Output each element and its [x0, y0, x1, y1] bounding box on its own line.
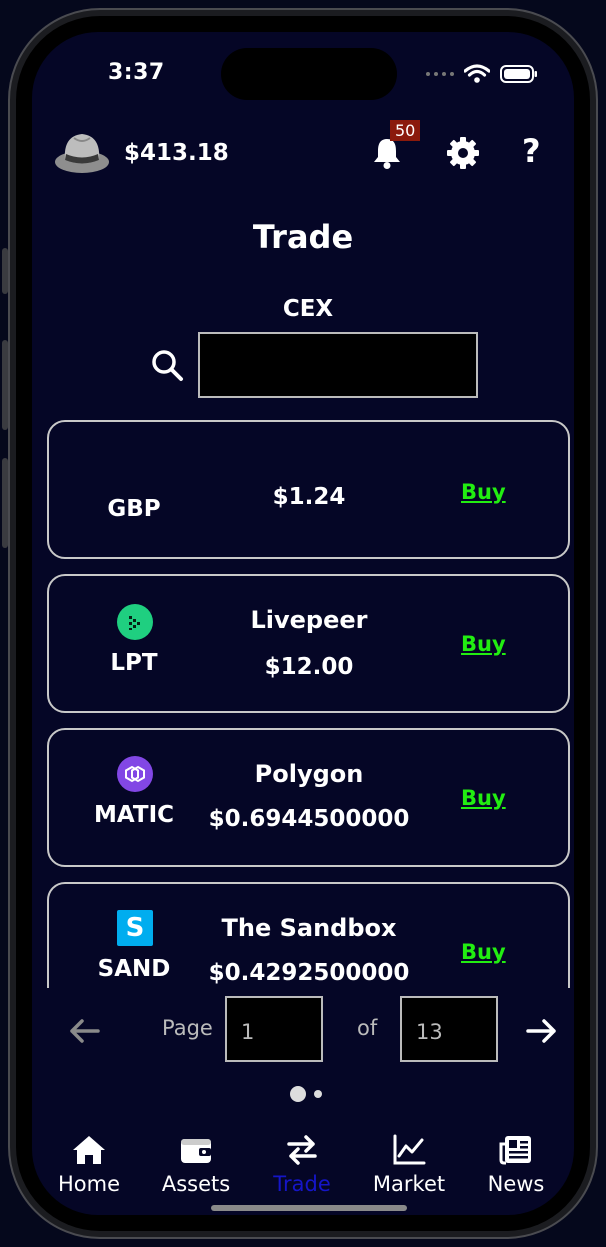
- swap-arrows-icon: [248, 1132, 356, 1168]
- asset-price: $1.24: [272, 484, 346, 510]
- page-dot-active: [290, 1086, 306, 1102]
- buy-button[interactable]: Buy: [461, 480, 506, 504]
- notification-badge: 50: [390, 120, 421, 141]
- total-pages-field: 13: [400, 996, 498, 1062]
- tab-assets[interactable]: Assets: [142, 1132, 250, 1196]
- asset-symbol: LPT: [110, 650, 158, 676]
- buy-button[interactable]: Buy: [461, 940, 506, 964]
- chart-icon: [355, 1132, 463, 1168]
- help-button[interactable]: ?: [522, 132, 541, 170]
- exchange-type-label: CEX: [282, 296, 334, 322]
- next-page-arrow-icon[interactable]: [526, 1018, 558, 1048]
- home-icon: [35, 1132, 143, 1168]
- list-item: S SAND The Sandbox $0.4292500000 Buy: [47, 882, 570, 988]
- page-dot: [314, 1090, 322, 1098]
- asset-price: $0.4292500000: [208, 960, 410, 986]
- app-screen: 3:37 $413.18 50 ? Trade CEX GBP $1.24 Bu…: [32, 32, 574, 1215]
- tab-news[interactable]: News: [462, 1132, 570, 1196]
- page-indicator: [290, 1086, 322, 1102]
- home-indicator[interactable]: [211, 1205, 407, 1211]
- previous-page-arrow-icon[interactable]: [68, 1018, 100, 1048]
- status-time: 3:37: [108, 60, 165, 85]
- asset-name: The Sandbox: [221, 914, 397, 942]
- sandbox-icon: S: [117, 910, 153, 946]
- polygon-icon: [117, 756, 153, 792]
- list-item: MATIC Polygon $0.6944500000 Buy: [47, 728, 570, 867]
- search-icon[interactable]: [150, 348, 184, 386]
- signal-icon: [426, 72, 454, 76]
- asset-symbol: SAND: [97, 956, 171, 982]
- volume-up-button: [2, 340, 8, 430]
- tab-label: Home: [57, 1172, 120, 1196]
- tab-label: Trade: [273, 1172, 331, 1196]
- list-item: LPT Livepeer $12.00 Buy: [47, 574, 570, 713]
- mute-switch: [2, 248, 8, 294]
- sandbox-logo-letter: S: [125, 913, 145, 943]
- search-input[interactable]: [198, 332, 478, 398]
- tab-home[interactable]: Home: [35, 1132, 143, 1196]
- buy-button[interactable]: Buy: [461, 632, 506, 656]
- asset-symbol: GBP: [107, 496, 161, 522]
- volume-down-button: [2, 458, 8, 548]
- wallet-icon: [142, 1132, 250, 1168]
- tab-label: Assets: [161, 1172, 231, 1196]
- avatar-hat-icon[interactable]: [54, 130, 110, 180]
- livepeer-icon: [117, 604, 153, 640]
- tab-label: Market: [372, 1172, 446, 1196]
- page-title: Trade: [252, 218, 354, 256]
- newspaper-icon: [462, 1132, 570, 1168]
- wallet-balance: $413.18: [124, 140, 229, 166]
- tab-trade[interactable]: Trade: [248, 1132, 356, 1196]
- asset-price: $0.6944500000: [208, 806, 410, 832]
- status-icons: [426, 64, 538, 84]
- dynamic-island: [221, 48, 397, 100]
- tab-market[interactable]: Market: [355, 1132, 463, 1196]
- buy-button[interactable]: Buy: [461, 786, 506, 810]
- page-label: Page: [162, 1016, 213, 1040]
- settings-gear-icon[interactable]: [446, 136, 480, 174]
- of-label: of: [357, 1016, 378, 1040]
- asset-name: Polygon: [254, 760, 364, 788]
- notification-bell-icon[interactable]: [370, 136, 404, 174]
- asset-price: $12.00: [264, 654, 354, 680]
- asset-name: Livepeer: [250, 606, 368, 634]
- asset-list[interactable]: GBP $1.24 Buy LPT Livepeer $12.00 Buy MA…: [32, 418, 574, 988]
- wifi-icon: [464, 64, 490, 83]
- current-page-input[interactable]: 1: [225, 996, 323, 1062]
- asset-symbol: MATIC: [93, 802, 175, 828]
- list-item: GBP $1.24 Buy: [47, 420, 570, 559]
- battery-icon: [500, 65, 537, 83]
- tab-label: News: [487, 1172, 545, 1196]
